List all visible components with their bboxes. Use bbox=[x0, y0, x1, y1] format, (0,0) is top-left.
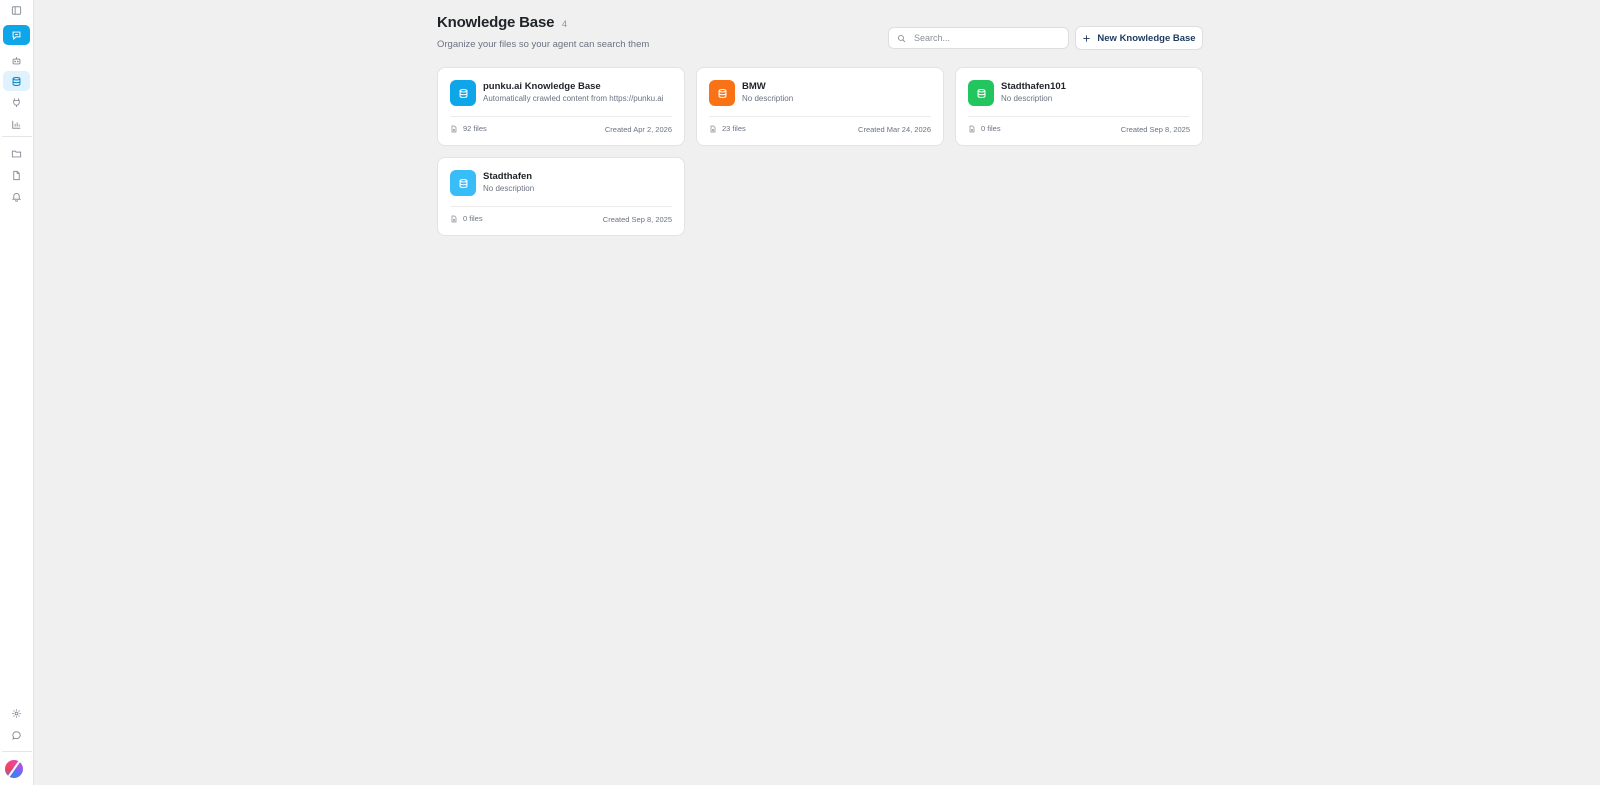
knowledge-base-card[interactable]: Stadthafen No description 0 files Create… bbox=[437, 157, 685, 236]
database-icon bbox=[718, 88, 726, 98]
sidebar-toggle-icon bbox=[11, 5, 22, 15]
gear-icon bbox=[12, 708, 21, 718]
page-title: Knowledge Base bbox=[437, 14, 555, 31]
sidebar-item-analytics[interactable] bbox=[3, 114, 30, 134]
sidebar-item-settings[interactable] bbox=[3, 703, 30, 723]
knowledge-base-icon-tile bbox=[709, 80, 735, 106]
file-icon bbox=[710, 125, 716, 132]
card-divider bbox=[709, 116, 931, 117]
sidebar-toggle-button[interactable] bbox=[3, 0, 30, 20]
plus-icon bbox=[1083, 34, 1090, 42]
database-icon bbox=[459, 178, 467, 188]
search-input[interactable] bbox=[912, 32, 1066, 44]
sidebar-divider bbox=[2, 136, 32, 137]
search-box bbox=[888, 27, 1069, 49]
card-divider bbox=[450, 206, 672, 207]
new-knowledge-base-label: New Knowledge Base bbox=[1097, 32, 1196, 44]
knowledge-base-title: punku.ai Knowledge Base bbox=[483, 81, 601, 92]
file-count: 0 files bbox=[968, 124, 1001, 133]
knowledge-base-description: No description bbox=[1001, 94, 1053, 103]
bot-icon bbox=[12, 56, 21, 64]
card-divider bbox=[450, 116, 672, 117]
sidebar-item-documents[interactable] bbox=[3, 165, 30, 185]
knowledge-base-icon-tile bbox=[450, 80, 476, 106]
knowledge-base-count: 4 bbox=[562, 19, 568, 29]
file-count: 92 files bbox=[450, 124, 487, 133]
knowledge-base-icon-tile bbox=[968, 80, 994, 106]
knowledge-base-title: Stadthafen bbox=[483, 171, 533, 182]
search-icon bbox=[897, 34, 906, 42]
file-count-label: 0 files bbox=[981, 124, 1001, 133]
plug-icon bbox=[13, 97, 20, 107]
file-count: 23 files bbox=[709, 124, 746, 133]
knowledge-base-card[interactable]: Stadthafen101 No description 0 files Cre… bbox=[955, 67, 1203, 146]
file-count-label: 0 files bbox=[463, 214, 483, 223]
avatar[interactable] bbox=[5, 760, 23, 778]
file-icon bbox=[13, 170, 20, 180]
bell-icon bbox=[11, 192, 22, 202]
sidebar-item-notifications[interactable] bbox=[3, 186, 30, 206]
page-subtitle: Organize your files so your agent can se… bbox=[437, 39, 650, 50]
file-count: 0 files bbox=[450, 214, 483, 223]
knowledge-base-card[interactable]: punku.ai Knowledge Base Automatically cr… bbox=[437, 67, 685, 146]
knowledge-base-title: BMW bbox=[742, 81, 766, 92]
sidebar-item-knowledge-base[interactable] bbox=[3, 71, 30, 91]
knowledge-base-description: Automatically crawled content from https… bbox=[483, 94, 664, 103]
created-date: Created Sep 8, 2025 bbox=[602, 215, 672, 224]
file-count-label: 23 files bbox=[722, 124, 746, 133]
file-icon bbox=[451, 215, 457, 222]
message-icon bbox=[12, 730, 21, 740]
sidebar-item-feedback[interactable] bbox=[3, 725, 30, 745]
knowledge-base-card[interactable]: BMW No description 23 files Created Mar … bbox=[696, 67, 944, 146]
file-count-label: 92 files bbox=[463, 124, 487, 133]
file-icon bbox=[451, 125, 457, 132]
sidebar-divider bbox=[2, 751, 32, 752]
sidebar-item-files[interactable] bbox=[3, 143, 30, 163]
created-date: Created Apr 2, 2026 bbox=[604, 125, 672, 134]
chart-icon bbox=[12, 120, 21, 129]
sidebar-item-chat[interactable] bbox=[3, 25, 30, 45]
database-icon bbox=[459, 88, 467, 98]
created-date: Created Mar 24, 2026 bbox=[858, 125, 931, 134]
new-knowledge-base-button[interactable]: New Knowledge Base bbox=[1075, 26, 1203, 50]
created-date: Created Sep 8, 2025 bbox=[1120, 125, 1190, 134]
sidebar-item-integrations[interactable] bbox=[3, 92, 30, 112]
knowledge-base-icon-tile bbox=[450, 170, 476, 196]
database-icon bbox=[12, 76, 21, 86]
knowledge-base-description: No description bbox=[483, 184, 535, 193]
card-divider bbox=[968, 116, 1190, 117]
folder-icon bbox=[11, 150, 22, 157]
chat-icon bbox=[12, 31, 21, 40]
sidebar bbox=[0, 0, 34, 785]
database-icon bbox=[977, 88, 985, 98]
knowledge-base-title: Stadthafen101 bbox=[1001, 81, 1066, 92]
sidebar-item-agents[interactable] bbox=[3, 50, 30, 70]
file-icon bbox=[969, 125, 975, 132]
knowledge-base-description: No description bbox=[742, 94, 794, 103]
